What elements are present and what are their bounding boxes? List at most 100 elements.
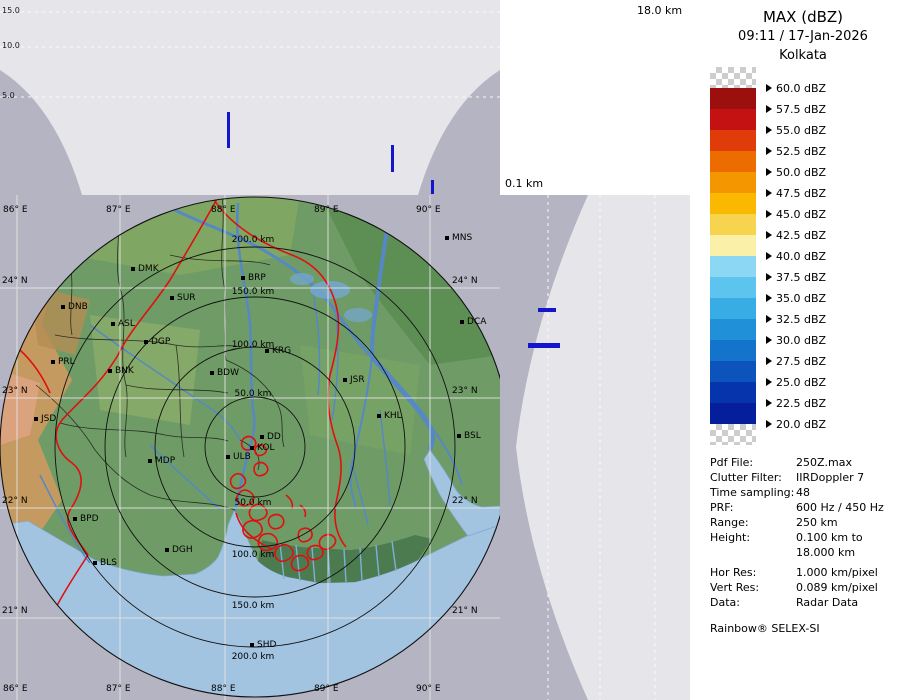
station-marker-icon (108, 369, 112, 373)
software-brand: Rainbow® SELEX-SI (710, 622, 820, 635)
vertical-projection-side-panel (500, 195, 690, 700)
station-marker-icon (265, 349, 269, 353)
level-arrow-icon (766, 273, 772, 281)
range-ring-label: 150.0 km (232, 601, 275, 611)
station-marker-icon (144, 340, 148, 344)
latitude-label: 21° N (452, 606, 478, 616)
info-label: Height: (710, 530, 796, 545)
info-row: Hor Res:1.000 km/pixel (710, 565, 902, 580)
station-marker-icon (165, 548, 169, 552)
longitude-label: 90° E (416, 684, 441, 694)
info-row: Pdf File:250Z.max (710, 455, 902, 470)
range-ring-label: 100.0 km (232, 550, 275, 560)
dbz-level-label: 45.0 dBZ (766, 207, 826, 221)
longitude-label: 88° E (211, 684, 236, 694)
station-krg: KRG (265, 346, 291, 356)
station-label: DGH (172, 545, 193, 555)
info-value: 18.000 km (796, 545, 855, 560)
station-asl: ASL (111, 319, 135, 329)
info-label: Data: (710, 595, 796, 610)
longitude-label: 86° E (3, 205, 28, 215)
station-label: JSR (350, 375, 365, 385)
info-value: 1.000 km/pixel (796, 565, 878, 580)
info-row: PRF:600 Hz / 450 Hz (710, 500, 902, 515)
station-label: ULB (233, 452, 251, 462)
info-row: Vert Res:0.089 km/pixel (710, 580, 902, 595)
height-tick-label: 5.0 (2, 91, 15, 100)
top-panel-graphic (0, 0, 500, 195)
station-label: BSL (464, 431, 481, 441)
station-marker-icon (61, 305, 65, 309)
radar-site-name: Kolkata (700, 48, 906, 63)
dbz-swatch (710, 67, 756, 88)
station-bls: BLS (93, 558, 117, 568)
station-marker-icon (93, 561, 97, 565)
dbz-swatch (710, 361, 756, 382)
dbz-swatch (710, 88, 756, 109)
height-tick-label: 10.0 (2, 41, 20, 50)
station-jsr: JSR (343, 375, 365, 385)
latitude-label: 22° N (2, 496, 28, 506)
station-marker-icon (343, 378, 347, 382)
dbz-level-label: 30.0 dBZ (766, 333, 826, 347)
longitude-label: 89° E (314, 684, 339, 694)
station-bdw: BDW (210, 368, 239, 378)
dbz-level-text: 35.0 dBZ (776, 292, 826, 305)
level-arrow-icon (766, 189, 772, 197)
station-marker-icon (250, 446, 254, 450)
dbz-swatch (710, 382, 756, 403)
range-ring-label: 50.0 km (235, 389, 272, 399)
level-arrow-icon (766, 210, 772, 218)
station-marker-icon (51, 360, 55, 364)
station-marker-icon (457, 434, 461, 438)
station-dgh: DGH (165, 545, 193, 555)
product-title: MAX (dBZ) (700, 8, 906, 26)
height-axis-max-label: 18.0 km (637, 4, 682, 17)
longitude-label: 88° E (211, 205, 236, 215)
station-dmk: DMK (131, 264, 159, 274)
longitude-label: 87° E (106, 205, 131, 215)
info-value: Radar Data (796, 595, 858, 610)
station-bnk: BNK (108, 366, 134, 376)
station-label: SHD (257, 640, 276, 650)
dbz-swatch (710, 130, 756, 151)
info-row: Time sampling:48 (710, 485, 902, 500)
dbz-level-text: 22.5 dBZ (776, 397, 826, 410)
station-marker-icon (34, 417, 38, 421)
dbz-level-label: 55.0 dBZ (766, 123, 826, 137)
dbz-level-text: 30.0 dBZ (776, 334, 826, 347)
dbz-level-text: 32.5 dBZ (776, 313, 826, 326)
station-marker-icon (148, 459, 152, 463)
info-label: Pdf File: (710, 455, 796, 470)
dbz-swatch (710, 424, 756, 445)
range-ring-label: 150.0 km (232, 287, 275, 297)
level-arrow-icon (766, 168, 772, 176)
station-label: ASL (118, 319, 135, 329)
station-label: JSD (41, 414, 56, 424)
info-label: Time sampling: (710, 485, 796, 500)
level-arrow-icon (766, 420, 772, 428)
dbz-level-label: 47.5 dBZ (766, 186, 826, 200)
latitude-label: 24° N (452, 276, 478, 286)
station-label: DCA (467, 317, 486, 327)
level-arrow-icon (766, 126, 772, 134)
level-arrow-icon (766, 231, 772, 239)
dbz-swatch (710, 235, 756, 256)
station-label: DD (267, 432, 281, 442)
info-row: Range:250 km (710, 515, 902, 530)
station-mdp: MDP (148, 456, 175, 466)
station-label: KHL (384, 411, 402, 421)
dbz-swatch (710, 172, 756, 193)
dbz-level-label: 27.5 dBZ (766, 354, 826, 368)
info-value: 0.100 km to (796, 530, 863, 545)
level-arrow-icon (766, 105, 772, 113)
dbz-level-text: 52.5 dBZ (776, 145, 826, 158)
longitude-label: 89° E (314, 205, 339, 215)
station-marker-icon (241, 276, 245, 280)
dbz-swatch (710, 109, 756, 130)
info-row: 18.000 km (710, 545, 902, 560)
radar-map-panel[interactable]: 86° E86° E87° E87° E88° E88° E89° E89° E… (0, 195, 500, 700)
dbz-swatch (710, 277, 756, 298)
height-tick-label: 15.0 (2, 6, 20, 15)
station-jsd: JSD (34, 414, 56, 424)
